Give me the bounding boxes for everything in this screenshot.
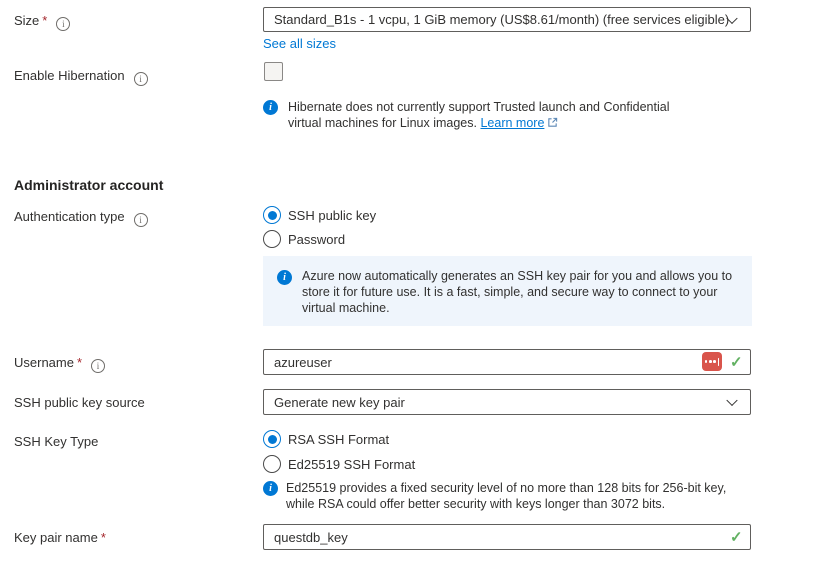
radio-selected-icon[interactable]: [263, 206, 281, 224]
info-icon[interactable]: [91, 359, 105, 373]
key-pair-name-input[interactable]: [274, 530, 740, 545]
username-input[interactable]: [274, 355, 740, 370]
ssh-key-source-label: SSH public key source: [14, 395, 145, 410]
external-link-icon[interactable]: [547, 116, 558, 132]
info-icon: [263, 100, 278, 115]
required-marker: *: [77, 355, 82, 370]
username-field-wrap: [263, 349, 751, 375]
username-label: Username*: [14, 355, 105, 373]
ssh-key-source-value: Generate new key pair: [274, 395, 405, 410]
ed25519-note: Ed25519 provides a fixed security level …: [286, 480, 738, 512]
administrator-account-heading: Administrator account: [14, 177, 163, 193]
keytype-option-ed25519[interactable]: Ed25519 SSH Format: [263, 455, 415, 473]
info-icon[interactable]: [134, 72, 148, 86]
password-manager-icon[interactable]: [702, 352, 722, 371]
ssh-keypair-info-text: Azure now automatically generates an SSH…: [302, 268, 740, 316]
radio-unselected-icon[interactable]: [263, 455, 281, 473]
radio-selected-icon[interactable]: [263, 430, 281, 448]
ssh-keypair-infobox: Azure now automatically generates an SSH…: [263, 256, 752, 326]
authentication-type-label: Authentication type: [14, 209, 148, 227]
required-marker: *: [101, 530, 106, 545]
keytype-option-rsa[interactable]: RSA SSH Format: [263, 430, 389, 448]
hibernation-note: Hibernate does not currently support Tru…: [288, 99, 704, 132]
info-icon: [277, 270, 292, 285]
ssh-key-type-label: SSH Key Type: [14, 434, 98, 449]
auth-option-ssh-public-key[interactable]: SSH public key: [263, 206, 376, 224]
hibernation-checkbox[interactable]: [264, 62, 283, 81]
learn-more-link[interactable]: Learn more: [480, 116, 544, 130]
vm-create-form: Size* Standard_B1s - 1 vcpu, 1 GiB memor…: [0, 0, 833, 570]
ssh-key-source-select[interactable]: Generate new key pair: [263, 389, 751, 415]
info-icon[interactable]: [134, 213, 148, 227]
size-select-value: Standard_B1s - 1 vcpu, 1 GiB memory (US$…: [274, 12, 729, 27]
radio-unselected-icon[interactable]: [263, 230, 281, 248]
size-label: Size*: [14, 13, 70, 31]
chevron-down-icon: [726, 395, 737, 406]
required-marker: *: [42, 13, 47, 28]
hibernation-label: Enable Hibernation: [14, 68, 148, 86]
valid-check-icon: [730, 355, 743, 370]
auth-option-password[interactable]: Password: [263, 230, 345, 248]
see-all-sizes-link[interactable]: See all sizes: [263, 36, 336, 51]
info-icon[interactable]: [56, 17, 70, 31]
key-pair-name-label: Key pair name*: [14, 530, 106, 545]
size-select[interactable]: Standard_B1s - 1 vcpu, 1 GiB memory (US$…: [263, 7, 751, 32]
info-icon: [263, 481, 278, 496]
valid-check-icon: [730, 530, 743, 545]
key-pair-name-field-wrap: [263, 524, 751, 550]
